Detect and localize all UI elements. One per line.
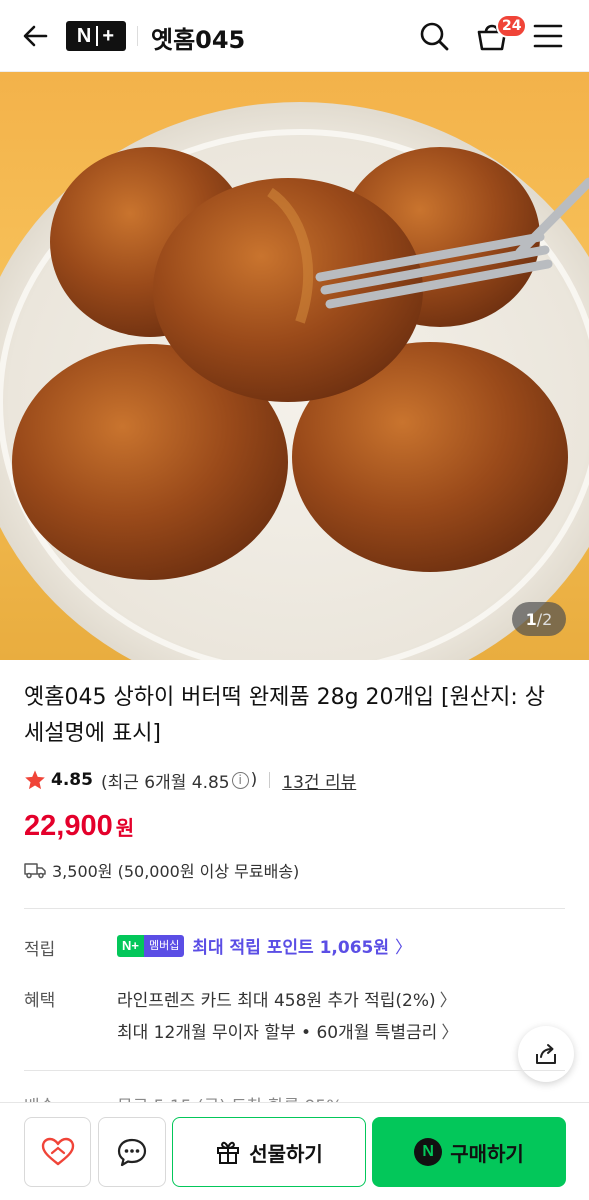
benefit-label: 혜택 [24,991,56,1011]
pager-total: 2 [542,609,553,629]
chat-icon [117,1138,147,1167]
price: 22,900 원 [24,810,134,843]
benefit-installment-text: 최대 12개월 무이자 할부 • 60개월 특별금리 [117,1023,438,1043]
points-text: 최대 적립 포인트 1,065원 [192,938,390,958]
shipping-info: 3,500원 (50,000원 이상 무료배송) [24,858,299,882]
gift-label: 선물하기 [249,1141,323,1166]
price-currency: 원 [115,816,135,840]
membership-badge: N+ 멤버십 [117,934,185,957]
chevron-right-icon: 〉 [395,938,413,958]
rating-row: 4.85 (최근 6개월 4.85 i ) 13건 리뷰 [24,766,356,794]
membership-badge-left: N+ [117,934,144,957]
rating-divider [269,772,271,788]
chevron-right-icon: 〉 [439,991,457,1011]
points-label: 적립 [24,940,56,960]
gift-button[interactable]: 선물하기 [172,1117,366,1187]
gift-icon [217,1141,240,1164]
cart-count-badge: 24 [496,14,528,38]
section-divider [24,908,565,909]
rating-score: 4.85 [51,770,93,790]
shipping-text: 3,500원 (50,000원 이상 무료배송) [52,862,300,881]
logo-n-text: N [76,24,93,47]
chevron-right-icon: 〉 [441,1023,459,1043]
price-value: 22,900 [24,810,113,842]
membership-badge-right: 멤버십 [143,934,185,957]
naver-plus-logo[interactable]: N + [66,21,126,51]
buy-label: 구매하기 [450,1141,524,1166]
product-image[interactable]: 1/2 [0,72,589,660]
benefit-installment[interactable]: 최대 12개월 무이자 할부 • 60개월 특별금리 〉 [117,1018,458,1043]
image-pager: 1/2 [512,602,566,636]
product-title: 옛홈045 상하이 버터떡 완제품 28g 20개입 [원산지: 상세설명에 표… [24,685,545,746]
membership-points[interactable]: N+ 멤버십 최대 적립 포인트 1,065원 〉 [117,933,412,958]
share-icon [536,1044,556,1064]
search-icon[interactable] [417,19,451,53]
review-count-link[interactable]: 13건 리뷰 [282,768,356,793]
header-divider [137,26,138,46]
section-divider [24,1070,565,1071]
menu-icon[interactable] [532,22,564,50]
rating-recent: (최근 6개월 4.85 [100,772,230,793]
back-arrow-icon[interactable] [20,20,52,52]
butter-mochi-photo [0,102,589,660]
logo-plus-text: + [102,24,116,47]
heart-icon [41,1137,74,1166]
rating-recent-close: ) [250,770,258,790]
star-icon [25,770,45,790]
benefit-card[interactable]: 라인프렌즈 카드 최대 458원 추가 적립(2%) 〉 [117,986,457,1011]
store-name[interactable]: 옛홈045 [151,20,245,55]
info-icon[interactable]: i [231,771,249,789]
bottom-action-bar: 선물하기 N 구매하기 [0,1102,589,1200]
wishlist-button[interactable] [24,1117,91,1187]
truck-icon [24,863,46,879]
naver-pay-icon: N [414,1138,443,1166]
benefit-card-text: 라인프렌즈 카드 최대 458원 추가 적립(2%) [117,991,436,1011]
buy-button[interactable]: N 구매하기 [372,1117,566,1187]
top-header: N + 옛홈045 24 [0,0,589,72]
pager-current: 1 [525,609,537,629]
share-button[interactable] [518,1026,574,1082]
talk-button[interactable] [98,1117,166,1187]
